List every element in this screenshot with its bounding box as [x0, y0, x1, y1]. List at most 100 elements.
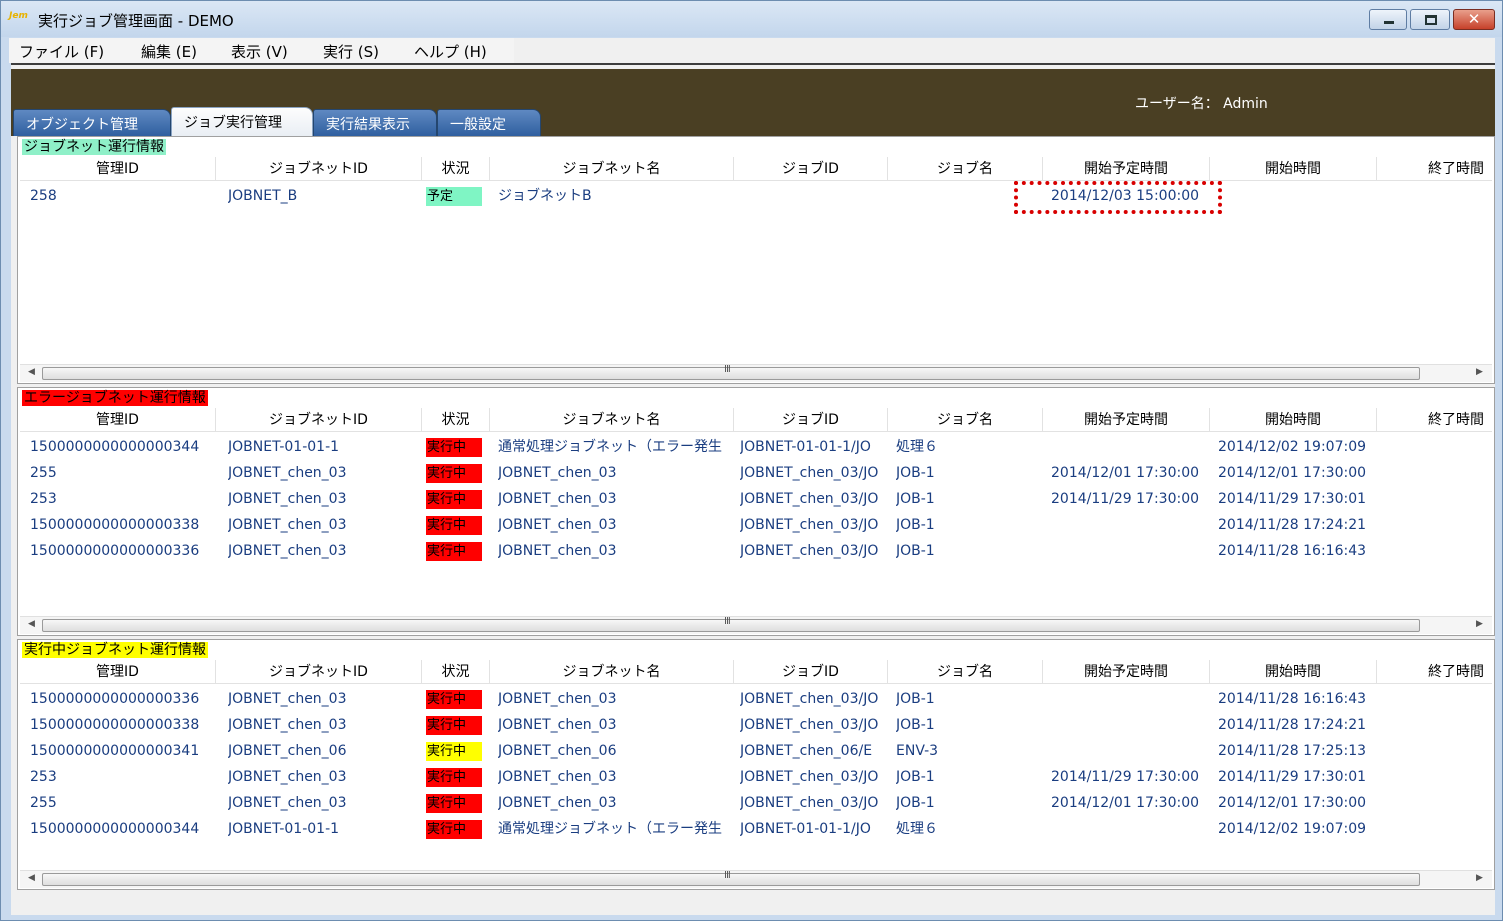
tab-execution-results[interactable]: 実行結果表示 — [313, 109, 437, 136]
menu-run[interactable]: 実行 (S) — [323, 41, 379, 62]
column-header-scheduled-start[interactable]: 開始予定時間 — [1043, 660, 1210, 684]
column-header-end-time[interactable]: 終了時間 — [1377, 157, 1492, 181]
minimize-button[interactable] — [1369, 9, 1407, 30]
tab-object-management[interactable]: オブジェクト管理 — [13, 109, 171, 136]
cell-job-name: ENV-3 — [896, 743, 939, 759]
cell-jobnet-name: JOBNET_chen_03 — [498, 691, 617, 707]
column-header-row: 管理ID ジョブネットID 状況 ジョブネット名 ジョブID ジョブ名 開始予定時間 開始時間… — [20, 157, 1492, 181]
column-header-scheduled-start[interactable]: 開始予定時間 — [1043, 408, 1210, 432]
table-row[interactable]: 255 JOBNET_chen_03 実行中 JOBNET_chen_03 JOBNET… — [20, 790, 1492, 816]
column-header-management-id[interactable]: 管理ID — [20, 408, 216, 432]
column-header-end-time[interactable]: 終了時間 — [1377, 660, 1492, 684]
horizontal-scrollbar[interactable]: ◀ III ▶ — [20, 870, 1492, 888]
column-header-jobnet-id[interactable]: ジョブネットID — [216, 660, 422, 684]
cell-end-time — [1385, 790, 1492, 816]
column-header-jobnet-name[interactable]: ジョブネット名 — [490, 408, 734, 432]
cell-job-name: JOB-1 — [896, 795, 935, 811]
table-row[interactable]: 255 JOBNET_chen_03 実行中 JOBNET_chen_03 JOBNET… — [20, 460, 1492, 486]
cell-management-id: 1500000000000000344 — [30, 439, 200, 455]
column-header-management-id[interactable]: 管理ID — [20, 157, 216, 181]
cell-jobnet-name: JOBNET_chen_03 — [498, 717, 617, 733]
scroll-thumb[interactable]: III — [42, 364, 1420, 380]
table-row[interactable]: 1500000000000000344 JOBNET-01-01-1 実行中 通常処理… — [20, 816, 1492, 842]
cell-job-id: JOBNET_chen_03/JO — [740, 465, 879, 481]
tab-job-execution-management[interactable]: ジョブ実行管理 — [171, 107, 313, 136]
column-header-status[interactable]: 状況 — [422, 157, 490, 181]
scroll-grip-icon: III — [724, 870, 731, 881]
column-header-job-name[interactable]: ジョブ名 — [888, 157, 1043, 181]
close-button[interactable]: ✕ — [1453, 9, 1495, 30]
cell-management-id: 253 — [30, 769, 57, 785]
cell-end-time — [1385, 816, 1492, 842]
panel-title: ジョブネット運行情報 — [22, 139, 166, 155]
menu-edit[interactable]: 編集 (E) — [141, 41, 197, 62]
table-row[interactable]: 1500000000000000341 JOBNET_chen_06 実行中 JOBN… — [20, 738, 1492, 764]
scroll-right-icon[interactable]: ▶ — [1476, 619, 1483, 629]
column-header-job-id[interactable]: ジョブID — [734, 660, 888, 684]
horizontal-scrollbar[interactable]: ◀ III ▶ — [20, 364, 1492, 382]
table-row[interactable]: 253 JOBNET_chen_03 実行中 JOBNET_chen_03 JOBNET… — [20, 486, 1492, 512]
cell-job-id — [740, 183, 888, 209]
cell-end-time — [1385, 512, 1492, 538]
column-header-jobnet-id[interactable]: ジョブネットID — [216, 157, 422, 181]
cell-management-id: 1500000000000000336 — [30, 691, 200, 707]
title-bar: Jem 実行ジョブ管理画面 - DEMO ✕ — [1, 1, 1502, 37]
column-header-status[interactable]: 状況 — [422, 660, 490, 684]
scroll-left-icon[interactable]: ◀ — [28, 367, 35, 377]
column-header-jobnet-id[interactable]: ジョブネットID — [216, 408, 422, 432]
cell-jobnet-id: JOBNET-01-01-1 — [228, 439, 340, 455]
column-header-job-id[interactable]: ジョブID — [734, 408, 888, 432]
column-header-scheduled-start[interactable]: 開始予定時間 — [1043, 157, 1210, 181]
scroll-thumb[interactable]: III — [42, 616, 1420, 632]
cell-scheduled-start: 2014/12/01 17:30:00 — [1051, 795, 1200, 811]
horizontal-scrollbar[interactable]: ◀ III ▶ — [20, 616, 1492, 634]
scroll-grip-icon: III — [724, 616, 731, 627]
column-header-job-name[interactable]: ジョブ名 — [888, 660, 1043, 684]
scroll-right-icon[interactable]: ▶ — [1476, 873, 1483, 883]
menu-view[interactable]: 表示 (V) — [231, 41, 288, 62]
cell-management-id: 1500000000000000336 — [30, 543, 200, 559]
maximize-button[interactable] — [1410, 9, 1450, 30]
cell-jobnet-id: JOBNET_chen_06 — [228, 743, 347, 759]
cell-jobnet-name: ジョブネットB — [498, 188, 592, 204]
menu-file[interactable]: ファイル (F) — [19, 41, 104, 62]
menu-help[interactable]: ヘルプ (H) — [414, 41, 487, 62]
column-header-jobnet-name[interactable]: ジョブネット名 — [490, 157, 734, 181]
scroll-left-icon[interactable]: ◀ — [28, 873, 35, 883]
column-header-start-time[interactable]: 開始時間 — [1210, 157, 1377, 181]
table-row[interactable]: 1500000000000000336 JOBNET_chen_03 実行中 JOBN… — [20, 538, 1492, 564]
table-row[interactable]: 1500000000000000344 JOBNET-01-01-1 実行中 通常処理… — [20, 434, 1492, 460]
table-row[interactable]: 258 JOBNET_B 予定 ジョブネットB 2014/12/03 15:00:00 — [20, 183, 1492, 209]
column-header-start-time[interactable]: 開始時間 — [1210, 408, 1377, 432]
cell-jobnet-name: JOBNET_chen_03 — [498, 465, 617, 481]
table-row[interactable]: 253 JOBNET_chen_03 実行中 JOBNET_chen_03 JOBNET… — [20, 764, 1492, 790]
cell-job-name: JOB-1 — [896, 465, 935, 481]
cell-management-id: 258 — [30, 188, 57, 204]
cell-end-time — [1385, 764, 1492, 790]
table-row[interactable]: 1500000000000000336 JOBNET_chen_03 実行中 JOBN… — [20, 686, 1492, 712]
scroll-left-icon[interactable]: ◀ — [28, 619, 35, 629]
cell-job-id: JOBNET_chen_06/E — [740, 743, 873, 759]
status-badge: 実行中 — [426, 820, 482, 839]
tab-general-settings[interactable]: 一般設定 — [437, 109, 541, 136]
table-row[interactable]: 1500000000000000338 JOBNET_chen_03 実行中 JOBN… — [20, 712, 1492, 738]
cell-job-id: JOBNET_chen_03/JO — [740, 517, 879, 533]
cell-scheduled-start: 2014/11/29 17:30:00 — [1051, 491, 1200, 507]
scroll-thumb[interactable]: III — [42, 870, 1420, 886]
scroll-right-icon[interactable]: ▶ — [1476, 367, 1483, 377]
column-header-row: 管理ID ジョブネットID 状況 ジョブネット名 ジョブID ジョブ名 開始予定時間 開始時間… — [20, 408, 1492, 432]
column-header-jobnet-name[interactable]: ジョブネット名 — [490, 660, 734, 684]
cell-jobnet-name: JOBNET_chen_03 — [498, 769, 617, 785]
column-header-end-time[interactable]: 終了時間 — [1377, 408, 1492, 432]
cell-job-name: JOB-1 — [896, 517, 935, 533]
column-header-status[interactable]: 状況 — [422, 408, 490, 432]
status-badge: 実行中 — [426, 794, 482, 813]
column-header-job-id[interactable]: ジョブID — [734, 157, 888, 181]
minimize-icon — [1384, 21, 1394, 24]
table-row[interactable]: 1500000000000000338 JOBNET_chen_03 実行中 JOBN… — [20, 512, 1492, 538]
column-header-job-name[interactable]: ジョブ名 — [888, 408, 1043, 432]
column-header-start-time[interactable]: 開始時間 — [1210, 660, 1377, 684]
cell-scheduled-start — [1051, 738, 1210, 764]
cell-management-id: 255 — [30, 795, 57, 811]
column-header-management-id[interactable]: 管理ID — [20, 660, 216, 684]
